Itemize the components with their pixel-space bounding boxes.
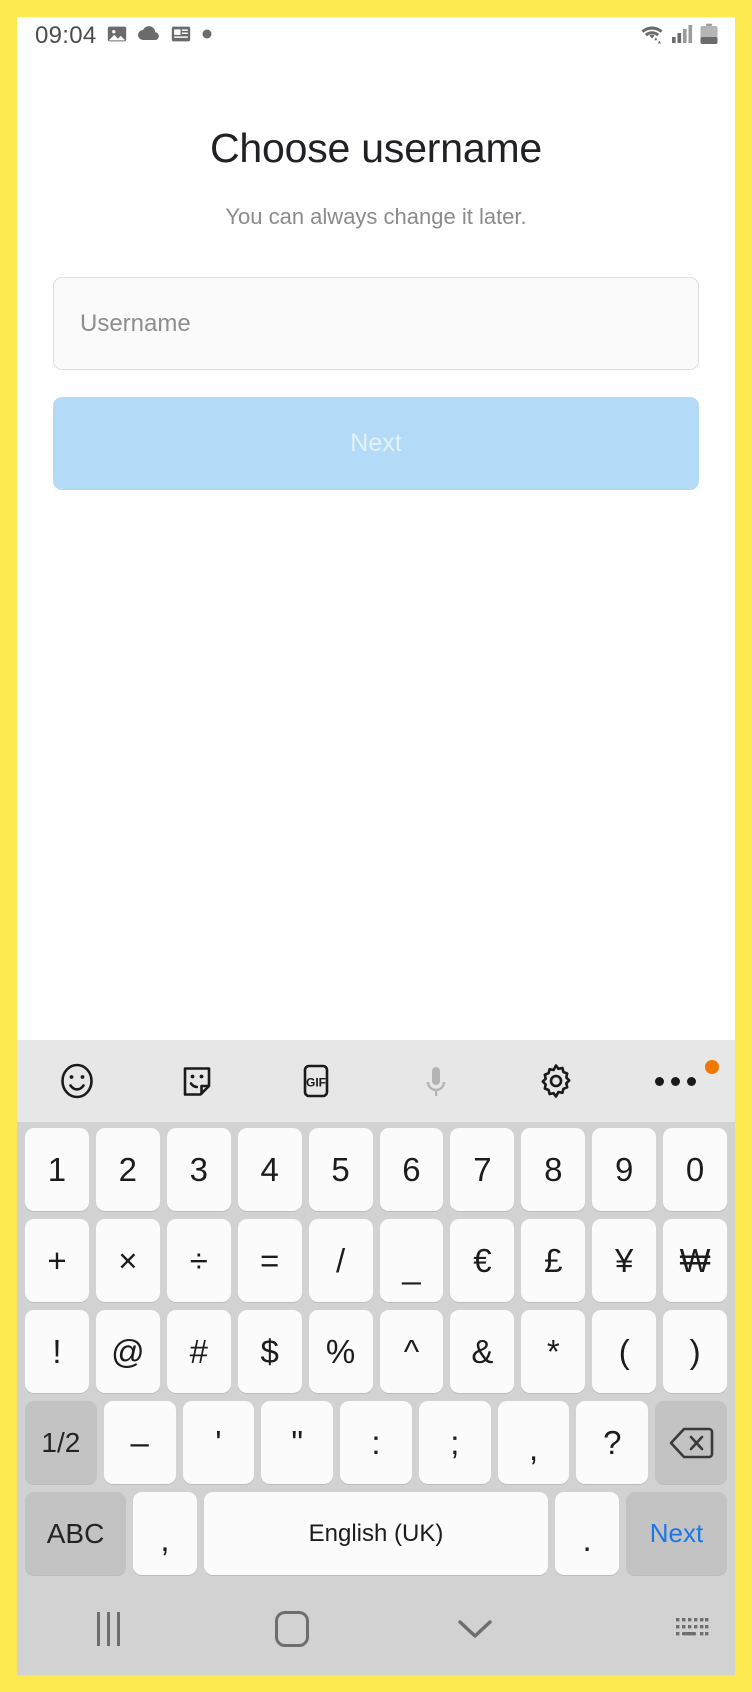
next-button[interactable]: Next — [53, 397, 699, 490]
spacebar[interactable]: English (UK) — [203, 1492, 549, 1575]
key-question[interactable]: ? — [576, 1401, 649, 1484]
key-yen[interactable]: ¥ — [592, 1219, 657, 1302]
key-4[interactable]: 4 — [237, 1128, 302, 1211]
navigation-bar — [17, 1583, 735, 1675]
key-dash[interactable]: – — [103, 1401, 176, 1484]
keyboard-row-bottom: ABC , English (UK) . Next — [21, 1492, 731, 1575]
key-9[interactable]: 9 — [592, 1128, 657, 1211]
dot-icon — [201, 27, 213, 45]
key-slash[interactable]: / — [308, 1219, 373, 1302]
key-comma[interactable]: , — [497, 1401, 570, 1484]
status-time: 09:04 — [35, 22, 97, 49]
key-plus[interactable]: + — [25, 1219, 89, 1302]
key-caret[interactable]: ^ — [379, 1310, 444, 1393]
key-7[interactable]: 7 — [450, 1128, 515, 1211]
image-icon — [106, 23, 128, 50]
battery-icon — [699, 23, 719, 50]
key-dollar[interactable]: $ — [237, 1310, 302, 1393]
key-ampersand[interactable]: & — [450, 1310, 515, 1393]
svg-text:GIF: GIF — [306, 1076, 326, 1090]
status-bar-right — [639, 23, 719, 50]
overflow-menu-icon[interactable] — [615, 1040, 735, 1122]
key-euro[interactable]: € — [450, 1219, 515, 1302]
key-2[interactable]: 2 — [95, 1128, 160, 1211]
key-paren-open[interactable]: ( — [592, 1310, 657, 1393]
key-underscore[interactable]: _ — [379, 1219, 444, 1302]
chevron-down-icon[interactable] — [383, 1583, 566, 1675]
status-bar-left: 09:04 — [35, 22, 639, 50]
settings-gear-icon[interactable] — [496, 1040, 616, 1122]
keyboard-toolbar: GIF — [17, 1040, 735, 1122]
page-title: Choose username — [209, 125, 543, 171]
key-divide[interactable]: ÷ — [166, 1219, 231, 1302]
key-quote[interactable]: " — [261, 1401, 334, 1484]
keyboard-row-symbols: ! @ # $ % ^ & * ( ) — [21, 1310, 731, 1393]
key-exclamation[interactable]: ! — [25, 1310, 89, 1393]
key-period[interactable]: . — [555, 1492, 619, 1575]
key-semicolon[interactable]: ; — [418, 1401, 491, 1484]
key-5[interactable]: 5 — [308, 1128, 373, 1211]
key-6[interactable]: 6 — [379, 1128, 444, 1211]
phone-screen: 09:04 Choose username You can always cha… — [17, 17, 735, 1675]
key-hash[interactable]: # — [166, 1310, 231, 1393]
key-3[interactable]: 3 — [166, 1128, 231, 1211]
recents-icon[interactable] — [17, 1583, 200, 1675]
key-comma-bottom[interactable]: , — [133, 1492, 197, 1575]
microphone-icon[interactable] — [376, 1040, 496, 1122]
abc-layout-key[interactable]: ABC — [25, 1492, 127, 1575]
key-comma-label: , — [528, 1429, 539, 1467]
signal-icon — [671, 24, 693, 49]
keyboard-next-action-key[interactable]: Next — [625, 1492, 727, 1575]
status-bar: 09:04 — [17, 17, 735, 55]
key-asterisk[interactable]: * — [521, 1310, 586, 1393]
emoji-icon[interactable] — [17, 1040, 137, 1122]
keyboard-row-numbers: 1 2 3 4 5 6 7 8 9 0 — [21, 1128, 731, 1211]
key-paren-close[interactable]: ) — [663, 1310, 728, 1393]
news-icon — [170, 23, 192, 50]
key-8[interactable]: 8 — [521, 1128, 586, 1211]
main-content: Choose username You can always change it… — [17, 55, 735, 1040]
page-subtitle: You can always change it later. — [225, 204, 527, 229]
keyboard-rows: 1 2 3 4 5 6 7 8 9 0 + × ÷ = / _ € £ ¥ ₩ … — [17, 1122, 735, 1575]
gif-icon[interactable]: GIF — [256, 1040, 376, 1122]
keyboard-switch-icon[interactable] — [566, 1583, 735, 1675]
key-at[interactable]: @ — [95, 1310, 160, 1393]
keyboard-row-math: + × ÷ = / _ € £ ¥ ₩ — [21, 1219, 731, 1302]
on-screen-keyboard: GIF 1 2 3 4 5 6 7 8 9 0 + × ÷ = / _ € £ … — [17, 1040, 735, 1583]
cloud-icon — [137, 25, 161, 48]
sticker-icon[interactable] — [137, 1040, 257, 1122]
key-period-label: . — [582, 1520, 592, 1558]
key-percent[interactable]: % — [308, 1310, 373, 1393]
key-pound[interactable]: £ — [521, 1219, 586, 1302]
key-0[interactable]: 0 — [663, 1128, 728, 1211]
key-won[interactable]: ₩ — [663, 1219, 728, 1302]
key-equals[interactable]: = — [237, 1219, 302, 1302]
key-apostrophe[interactable]: ' — [182, 1401, 255, 1484]
key-underscore-label: _ — [402, 1247, 421, 1285]
keyboard-row-punctuation: 1/2 – ' " : ; , ? — [21, 1401, 731, 1484]
symbol-page-toggle-key[interactable]: 1/2 — [25, 1401, 97, 1484]
backspace-icon[interactable] — [655, 1401, 728, 1484]
username-input[interactable] — [53, 277, 699, 370]
notification-badge — [705, 1060, 720, 1074]
key-comma-bottom-label: , — [160, 1520, 170, 1558]
key-multiply[interactable]: × — [95, 1219, 160, 1302]
home-icon[interactable] — [200, 1583, 383, 1675]
key-1[interactable]: 1 — [25, 1128, 89, 1211]
wifi-icon — [639, 24, 665, 49]
key-colon[interactable]: : — [340, 1401, 412, 1484]
